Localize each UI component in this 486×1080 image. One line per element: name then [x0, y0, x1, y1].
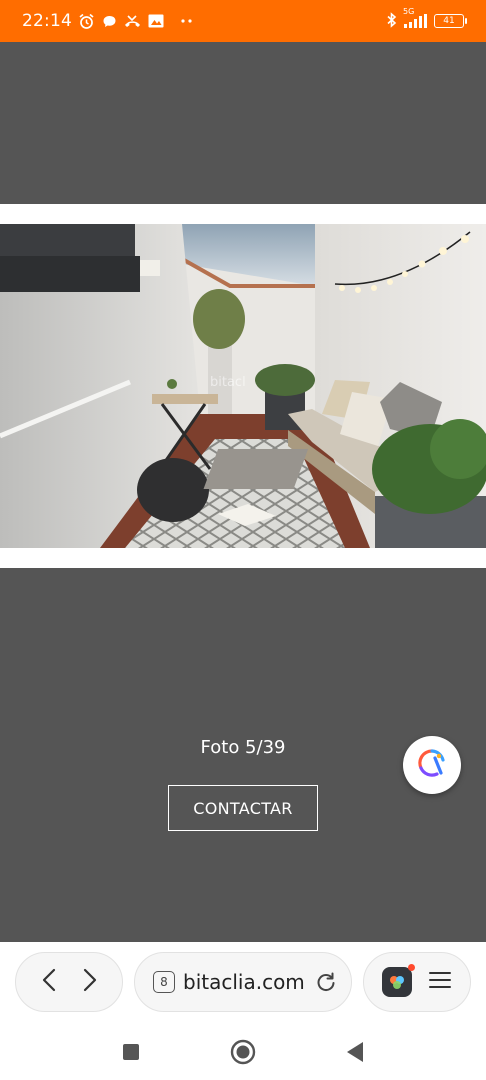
battery-icon: 41 — [434, 14, 467, 28]
recents-icon[interactable] — [116, 1037, 146, 1067]
nav-back-icon[interactable] — [340, 1037, 370, 1067]
assistant-icon — [417, 748, 447, 782]
address-bar[interactable]: 8 bitaclia.com — [134, 952, 352, 1012]
reload-icon[interactable] — [315, 971, 337, 993]
network-type: 5G — [403, 7, 415, 16]
notification-dot — [408, 964, 415, 971]
browser-menu-controls — [363, 952, 471, 1012]
extension-icon[interactable] — [382, 964, 415, 997]
forward-icon[interactable] — [79, 966, 101, 998]
alarm-icon — [78, 13, 95, 30]
more-icon — [178, 13, 195, 30]
missed-call-icon — [124, 13, 141, 30]
menu-icon[interactable] — [428, 970, 452, 994]
battery-level: 41 — [443, 16, 455, 26]
tab-count-button[interactable]: 8 — [153, 971, 175, 993]
status-time: 22:14 — [22, 11, 72, 31]
photo-frame: bitacl — [0, 204, 486, 568]
assistant-fab[interactable] — [403, 736, 461, 794]
bluetooth-icon — [386, 11, 398, 31]
navigation-controls — [15, 952, 123, 1012]
back-icon[interactable] — [38, 966, 60, 998]
url-text[interactable]: bitaclia.com — [183, 970, 305, 994]
gallery-icon — [147, 13, 164, 30]
contact-button[interactable]: CONTACTAR — [168, 785, 318, 831]
browser-toolbar: 8 bitaclia.com — [0, 942, 486, 1024]
photo-gallery[interactable]: bitacl Foto 5/39 CONTACTAR — [0, 42, 486, 942]
signal-icon: 5G — [403, 7, 429, 28]
status-bar: 22:14 5G 41 — [0, 0, 486, 42]
chat-icon — [101, 13, 118, 30]
gallery-photo[interactable]: bitacl — [0, 224, 486, 548]
system-navigation-bar — [0, 1024, 486, 1080]
photo-watermark: bitacl — [210, 375, 246, 390]
home-icon[interactable] — [228, 1037, 258, 1067]
